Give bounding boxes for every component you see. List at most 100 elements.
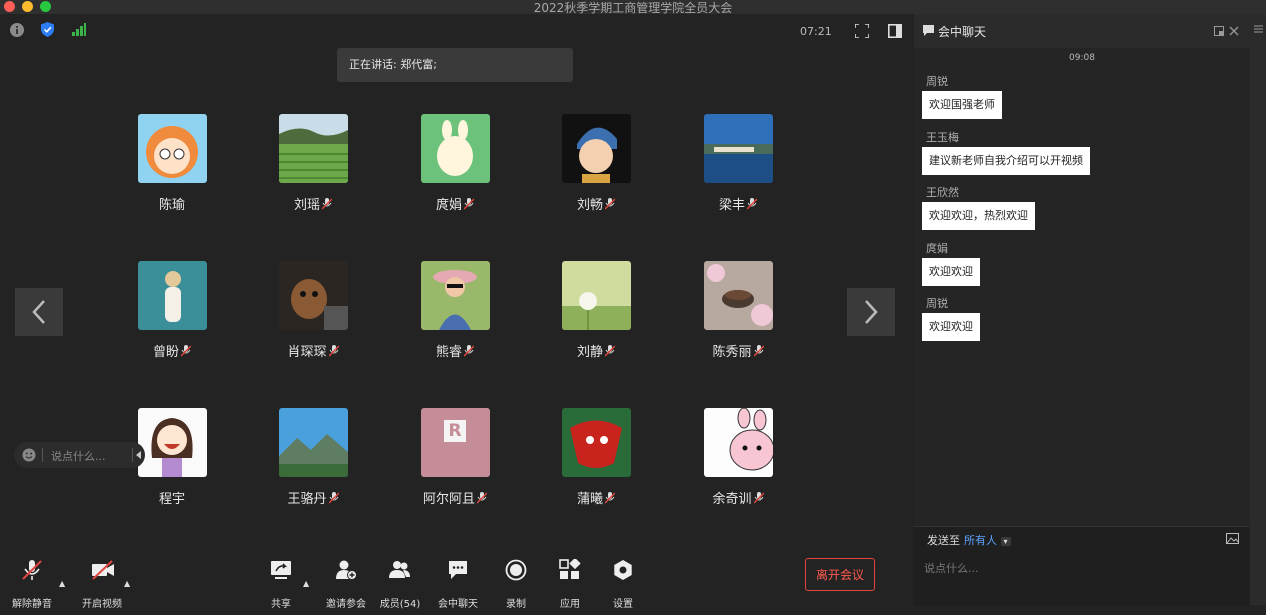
record-button[interactable]: 录制: [486, 557, 546, 615]
participant-name: 余奇训: [683, 488, 793, 507]
chat-timestamp: 09:08: [1069, 53, 1095, 63]
chevron-down-icon: ▾: [1000, 537, 1011, 546]
share-options-caret[interactable]: ▲: [303, 579, 309, 588]
mic-muted-icon: [328, 492, 339, 504]
participant-tile[interactable]: R 阿尔阿且: [400, 408, 510, 528]
participant-tile[interactable]: 熊睿: [400, 261, 510, 381]
red-dragon-avatar: [562, 408, 631, 477]
audio-options-caret[interactable]: ▲: [59, 579, 65, 588]
dandelion-avatar: [562, 261, 631, 330]
record-icon: [505, 559, 527, 581]
letter-r-logo: R: [444, 420, 466, 442]
members-button[interactable]: 成员(54): [370, 557, 430, 615]
chat-messages-list: 09:08 周锐 欢迎国强老师 王玉梅 建议新老师自我介绍可以开视频 王欣然 欢…: [914, 48, 1250, 526]
close-icon[interactable]: [1229, 26, 1239, 36]
cartoon-girl-avatar: [138, 114, 207, 183]
chevron-right-icon: [865, 300, 878, 324]
send-to-label: 发送至: [927, 534, 960, 547]
mic-muted-icon: [605, 198, 615, 210]
laughing-girl-avatar: [138, 408, 207, 477]
message-sender: 王欣然: [926, 186, 959, 199]
chat-panel: 会中聊天 09:08 周锐 欢迎国强老师 王玉梅 建议新老师自我介绍可以开视频 …: [914, 14, 1266, 606]
participant-tile[interactable]: 蒲曦: [541, 408, 651, 528]
participant-tile[interactable]: 刘瑶: [258, 114, 368, 234]
gear-icon: [614, 560, 632, 580]
mic-muted-icon: [464, 345, 474, 357]
next-page-button[interactable]: [847, 288, 895, 336]
participant-tile[interactable]: 梁丰: [683, 114, 793, 234]
mic-muted-icon: [328, 345, 339, 357]
message-bubble: 欢迎欢迎: [922, 313, 980, 341]
side-toolbar: [1250, 14, 1266, 605]
share-button[interactable]: 共享: [251, 557, 311, 615]
mountain-sky-avatar: [279, 408, 348, 477]
participant-tile[interactable]: 庹娟: [400, 114, 510, 234]
pearl-earring-girl-avatar: [562, 114, 631, 183]
message-sender: 周锐: [926, 297, 948, 310]
mic-muted-icon: [477, 492, 487, 504]
window-titlebar: 2022秋季学期工商管理学院全员大会: [0, 0, 1266, 15]
members-icon: [389, 561, 410, 578]
share-screen-icon: [271, 561, 291, 579]
mic-muted-icon: [605, 492, 615, 504]
mic-muted-icon: [753, 345, 764, 357]
emoji-icon[interactable]: [22, 448, 36, 462]
apps-button[interactable]: 应用: [540, 557, 600, 615]
leave-meeting-button[interactable]: 离开会议: [805, 558, 875, 591]
participant-name: 刘畅: [541, 194, 651, 213]
message-bubble: 欢迎欢迎，热烈欢迎: [922, 202, 1035, 230]
security-shield-icon[interactable]: [41, 22, 54, 37]
start-video-button[interactable]: 开启视频: [72, 557, 132, 615]
previous-page-button[interactable]: [15, 288, 63, 336]
participant-name: 蒲曦: [541, 488, 651, 507]
participant-tile[interactable]: 曾盼: [117, 261, 227, 381]
participant-name: 程宇: [158, 492, 185, 507]
unmute-button[interactable]: 解除静音: [2, 557, 62, 615]
girl-teal-background-avatar: [138, 261, 207, 330]
dog-photo-avatar: [279, 261, 348, 330]
apps-grid-icon: [559, 559, 581, 579]
participant-tile[interactable]: 余奇训: [683, 408, 793, 528]
participant-name: 刘静: [541, 341, 651, 360]
participant-name: 梁丰: [683, 194, 793, 213]
mic-muted-icon: [322, 198, 332, 210]
mic-muted-icon: [181, 345, 191, 357]
participant-tile[interactable]: 程宇: [117, 408, 227, 528]
settings-button[interactable]: 设置: [593, 557, 653, 615]
layout-toggle-icon[interactable]: [888, 24, 902, 38]
floating-chat-input[interactable]: 说点什么...: [14, 442, 145, 468]
collapse-arrow-icon[interactable]: [136, 451, 142, 459]
pop-out-icon[interactable]: [1214, 26, 1224, 36]
mic-muted-icon: [605, 345, 615, 357]
send-target-dropdown[interactable]: 所有人 ▾: [964, 532, 1011, 548]
signal-strength-icon: [72, 23, 86, 36]
participant-name: 曾盼: [117, 341, 227, 360]
chat-compose-input[interactable]: 说点什么...: [924, 560, 979, 576]
mic-muted-icon: [22, 560, 42, 580]
video-options-caret[interactable]: ▲: [124, 579, 130, 588]
image-upload-icon[interactable]: [1226, 533, 1239, 544]
mic-muted-icon: [747, 198, 757, 210]
chat-bubble-icon: [449, 561, 467, 579]
message-bubble: 建议新老师自我介绍可以开视频: [922, 147, 1090, 175]
participant-tile[interactable]: 刘静: [541, 261, 651, 381]
fullscreen-icon[interactable]: [855, 24, 869, 38]
message-bubble: 欢迎国强老师: [922, 91, 1002, 119]
participant-tile[interactable]: 肖琛琛: [258, 261, 368, 381]
participant-tile[interactable]: 陈瑜: [117, 114, 227, 234]
info-icon[interactable]: [10, 23, 24, 37]
participant-tile[interactable]: 王骆丹: [258, 408, 368, 528]
menu-icon[interactable]: [1254, 25, 1263, 33]
participant-name: 熊睿: [400, 341, 510, 360]
active-speaker-banner: 正在讲话: 郑代富;: [337, 48, 573, 82]
participant-name: 陈瑜: [158, 198, 185, 213]
participant-name: 庹娟: [400, 194, 510, 213]
chat-button[interactable]: 会中聊天: [428, 557, 488, 615]
participant-tile[interactable]: 陈秀丽: [683, 261, 793, 381]
participant-tile[interactable]: 刘畅: [541, 114, 651, 234]
add-user-icon: [336, 560, 357, 580]
chat-panel-title: 会中聊天: [938, 25, 987, 39]
rice-field-avatar: [279, 114, 348, 183]
invite-button[interactable]: 邀请参会: [316, 557, 376, 615]
participant-name: 阿尔阿且: [400, 488, 510, 507]
